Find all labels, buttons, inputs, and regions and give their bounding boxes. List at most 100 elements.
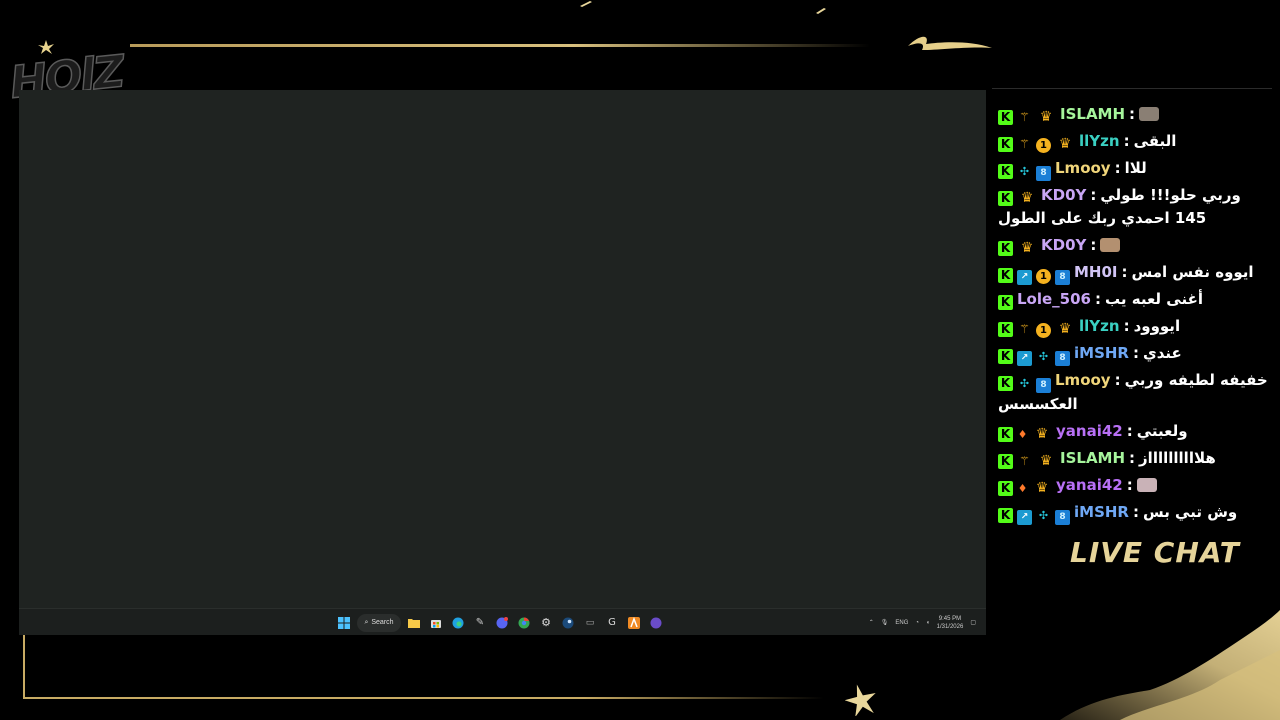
chat-username[interactable]: Lmooy <box>1055 371 1111 389</box>
gold-spark-icon <box>816 8 826 14</box>
discord-icon[interactable] <box>493 614 511 632</box>
chat-username[interactable]: KD0Y <box>1041 186 1086 204</box>
kick-badge-icon: K <box>998 137 1013 152</box>
chat-username[interactable]: ISLAMH <box>1060 449 1125 467</box>
crown-badge-icon: ♛ <box>1058 136 1072 152</box>
gift-badge-icon: ✣ <box>1038 509 1049 522</box>
founder-badge-icon: ♦ <box>1017 482 1028 495</box>
chat-message: K ✣ 8 Lmooy: للاا <box>992 155 1272 182</box>
chat-message-text: هلااااااااااز <box>1139 449 1216 467</box>
steam-icon[interactable] <box>559 614 577 632</box>
gold-brush-texture-bottom <box>1060 610 1280 720</box>
chat-separator: : <box>1132 503 1139 521</box>
microsoft-store-icon[interactable] <box>427 614 445 632</box>
bottom-gold-line <box>24 697 824 699</box>
crown-badge-icon: ♛ <box>1020 190 1034 206</box>
file-explorer-icon[interactable] <box>405 614 423 632</box>
language-indicator[interactable]: ENG <box>895 620 908 626</box>
chat-message: K ♦ ♛ yanai42: <box>992 472 1272 499</box>
notification-icon[interactable]: ▢ <box>970 619 976 626</box>
og-badge-icon: 8 <box>1036 378 1051 393</box>
gold-star-icon <box>845 684 876 716</box>
game-launcher-icon[interactable] <box>625 614 643 632</box>
kick-badge-icon: K <box>998 191 1013 206</box>
chat-username[interactable]: iMSHR <box>1074 503 1129 521</box>
vip-badge-icon: ⚚ <box>1019 454 1030 468</box>
chat-message: K ↗ 1 8 MH0I: ايووه نفس امس <box>992 259 1272 286</box>
kick-badge-icon: K <box>998 427 1013 442</box>
chat-username[interactable]: iMSHR <box>1074 344 1129 362</box>
chat-separator: : <box>1129 105 1136 123</box>
volume-icon[interactable]: ◖ <box>926 620 930 626</box>
chat-message: K ♛ KD0Y: وربي حلو!!! طولي 145 احمدي ربك عل… <box>992 182 1272 232</box>
chat-username[interactable]: KD0Y <box>1041 236 1086 254</box>
chat-message-text: أغنى لعبه يب <box>1105 290 1203 308</box>
chat-message-text: ايووه نفس امس <box>1131 263 1254 281</box>
wifi-icon[interactable]: ◔ <box>915 620 919 626</box>
kick-badge-icon: K <box>998 110 1013 125</box>
chat-username[interactable]: yanai42 <box>1056 422 1123 440</box>
chat-message-text: عندي <box>1142 344 1182 362</box>
gift-badge-icon: ✣ <box>1019 165 1030 178</box>
founder-badge-icon: ♦ <box>1017 428 1028 441</box>
top-gold-line <box>130 44 870 47</box>
chat-message: K Lole_506: أغنى لعبه يب <box>992 286 1272 313</box>
chrome-icon[interactable] <box>515 614 533 632</box>
kick-badge-icon: K <box>998 164 1013 179</box>
clock-time: 9:45 PM <box>938 615 962 622</box>
rank-badge-icon: 1 <box>1036 323 1051 338</box>
chat-username[interactable]: llYzn <box>1079 317 1120 335</box>
chat-separator: : <box>1123 317 1130 335</box>
emote-face-1-icon <box>1139 107 1160 121</box>
kick-badge-icon: K <box>998 268 1013 283</box>
gift-badge-icon: ✣ <box>1038 350 1049 363</box>
kick-badge-icon: K <box>998 241 1013 256</box>
chat-username[interactable]: MH0I <box>1074 263 1118 281</box>
kick-badge-icon: K <box>998 322 1013 337</box>
gold-brush-stroke-top <box>908 36 992 50</box>
chat-username[interactable]: Lole_506 <box>1017 290 1091 308</box>
vip-badge-icon: ⚚ <box>1019 322 1030 336</box>
purple-app-icon[interactable] <box>647 614 665 632</box>
chat-username[interactable]: ISLAMH <box>1060 105 1125 123</box>
crown-badge-icon: ♛ <box>1039 453 1053 469</box>
chat-separator: : <box>1114 159 1121 177</box>
kick-badge-icon: K <box>998 481 1013 496</box>
chat-message: K ⚚ 1 ♛ llYzn: ايووود <box>992 313 1272 340</box>
live-chat-panel: K ⚚ ♛ ISLAMH: K ⚚ 1 ♛ llYzn: البقى K ✣ 8 Lmooy: للاا K ♛… <box>992 88 1272 528</box>
app-icon[interactable]: ▭ <box>581 614 599 632</box>
kick-badge-icon: K <box>998 508 1013 523</box>
kick-badge-icon: K <box>998 295 1013 310</box>
chat-separator: : <box>1090 186 1097 204</box>
chat-message: K ⚚ ♛ ISLAMH: هلااااااااااز <box>992 445 1272 472</box>
microphone-icon[interactable]: 🎙 <box>881 619 889 626</box>
chat-message: K ✣ 8 Lmooy: خفيفه لطيفه وربي العكسسس <box>992 367 1272 418</box>
kick-badge-icon: K <box>998 454 1013 469</box>
chat-message-text: للاا <box>1124 159 1147 177</box>
notepad-icon[interactable]: ✎ <box>471 614 489 632</box>
windows-start-icon[interactable] <box>335 614 353 632</box>
chat-message: K ↗ ✣ 8 iMSHR: وش تبي بس <box>992 499 1272 526</box>
og-badge-icon: 8 <box>1055 270 1070 285</box>
gold-spark-icon <box>580 1 592 7</box>
subscriber-badge-icon: ↗ <box>1017 351 1032 366</box>
chat-separator: : <box>1123 132 1130 150</box>
taskbar-search-button[interactable]: ⌕ Search <box>357 613 401 632</box>
chat-separator: : <box>1121 263 1128 281</box>
taskbar-clock[interactable]: 9:45 PM 1/31/2026 <box>937 615 964 631</box>
chevron-up-icon[interactable]: ⌃ <box>869 619 874 626</box>
chat-username[interactable]: Lmooy <box>1055 159 1111 177</box>
windows-taskbar: ⌕ Search ✎ ⚙ ▭ G ⌃ 🎙 ENG ◔ ◖ 9:45 PM 1/3… <box>19 608 986 635</box>
rank-badge-icon: 1 <box>1036 138 1051 153</box>
chat-separator: : <box>1132 344 1139 362</box>
live-chat-label: LIVE CHAT <box>1070 536 1240 569</box>
chat-separator: : <box>1114 371 1121 389</box>
gift-badge-icon: ✣ <box>1019 377 1030 390</box>
edge-browser-icon[interactable] <box>449 614 467 632</box>
logitech-icon[interactable]: G <box>603 614 621 632</box>
obs-icon[interactable]: ⚙ <box>537 614 555 632</box>
screen-capture: ⌕ Search ✎ ⚙ ▭ G ⌃ 🎙 ENG ◔ ◖ 9:45 PM 1/3… <box>19 90 986 635</box>
chat-username[interactable]: yanai42 <box>1056 476 1123 494</box>
chat-message-text: ولعبتي <box>1136 422 1188 440</box>
chat-username[interactable]: llYzn <box>1079 132 1120 150</box>
